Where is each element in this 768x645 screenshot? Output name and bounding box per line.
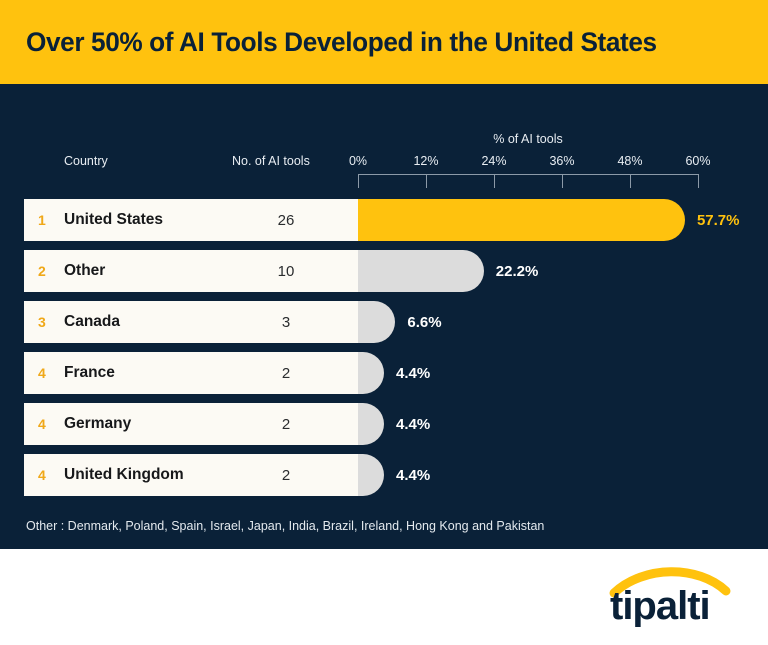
row-country-name: United States [64,211,164,228]
row-bar [358,301,396,343]
row-tool-count: 2 [281,415,291,433]
row-tool-count: 2 [281,466,291,484]
row-country-name: Canada [64,313,120,330]
row-percent-label: 4.4% [396,415,431,433]
row-label-panel: 4 France 2 [24,352,358,394]
table-row[interactable]: 4 France 2 4.4% [24,352,474,394]
chart-body: % of AI tools 0% 12% 24% 36% 48% 60% Country … [0,84,768,549]
row-tool-count: 3 [281,313,291,331]
table-row[interactable]: 4 United Kingdom 2 4.4% [24,454,474,496]
row-tool-count: 2 [281,364,291,382]
row-percent-label: 4.4% [396,364,431,382]
row-rank: 4 [38,365,46,381]
table-row[interactable]: 1 United States 26 57.7% [24,199,768,241]
bar-rows: 1 United States 26 57.7% 2 Other 10 22.2% 3 Canad… [0,84,768,549]
row-rank: 4 [38,416,46,432]
title-banner: Over 50% of AI Tools Developed in the Un… [0,0,768,84]
row-bar [358,454,384,496]
row-rank: 1 [38,212,46,228]
row-country-name: France [64,364,115,381]
row-bar [358,352,384,394]
row-tool-count: 10 [277,262,295,280]
row-label-panel: 4 United Kingdom 2 [24,454,358,496]
footnote: Other : Denmark, Poland, Spain, Israel, … [26,519,545,533]
footer: tipalti [0,549,768,645]
row-rank: 4 [38,467,46,483]
page-title: Over 50% of AI Tools Developed in the Un… [26,26,657,57]
row-bar [358,250,484,292]
row-bar [358,403,384,445]
row-country-name: Other [64,262,106,279]
row-country-name: Germany [64,415,132,432]
table-row[interactable]: 3 Canada 3 6.6% [24,301,485,343]
table-row[interactable]: 4 Germany 2 4.4% [24,403,474,445]
row-label-panel: 2 Other 10 [24,250,358,292]
row-percent-label: 57.7% [696,211,740,229]
tipalti-logo: tipalti [586,567,746,627]
row-percent-label: 6.6% [407,313,442,331]
row-label-panel: 1 United States 26 [24,199,358,241]
row-percent-label: 22.2% [495,262,539,280]
infographic-root: Over 50% of AI Tools Developed in the Un… [0,0,768,645]
svg-text:tipalti: tipalti [610,584,710,627]
row-label-panel: 4 Germany 2 [24,403,358,445]
row-rank: 2 [38,263,46,279]
row-percent-label: 4.4% [396,466,431,484]
row-rank: 3 [38,314,46,330]
row-tool-count: 26 [277,211,295,229]
table-row[interactable]: 2 Other 10 22.2% [24,250,574,292]
row-country-name: United Kingdom [64,466,184,483]
row-label-panel: 3 Canada 3 [24,301,358,343]
row-bar [358,199,685,241]
